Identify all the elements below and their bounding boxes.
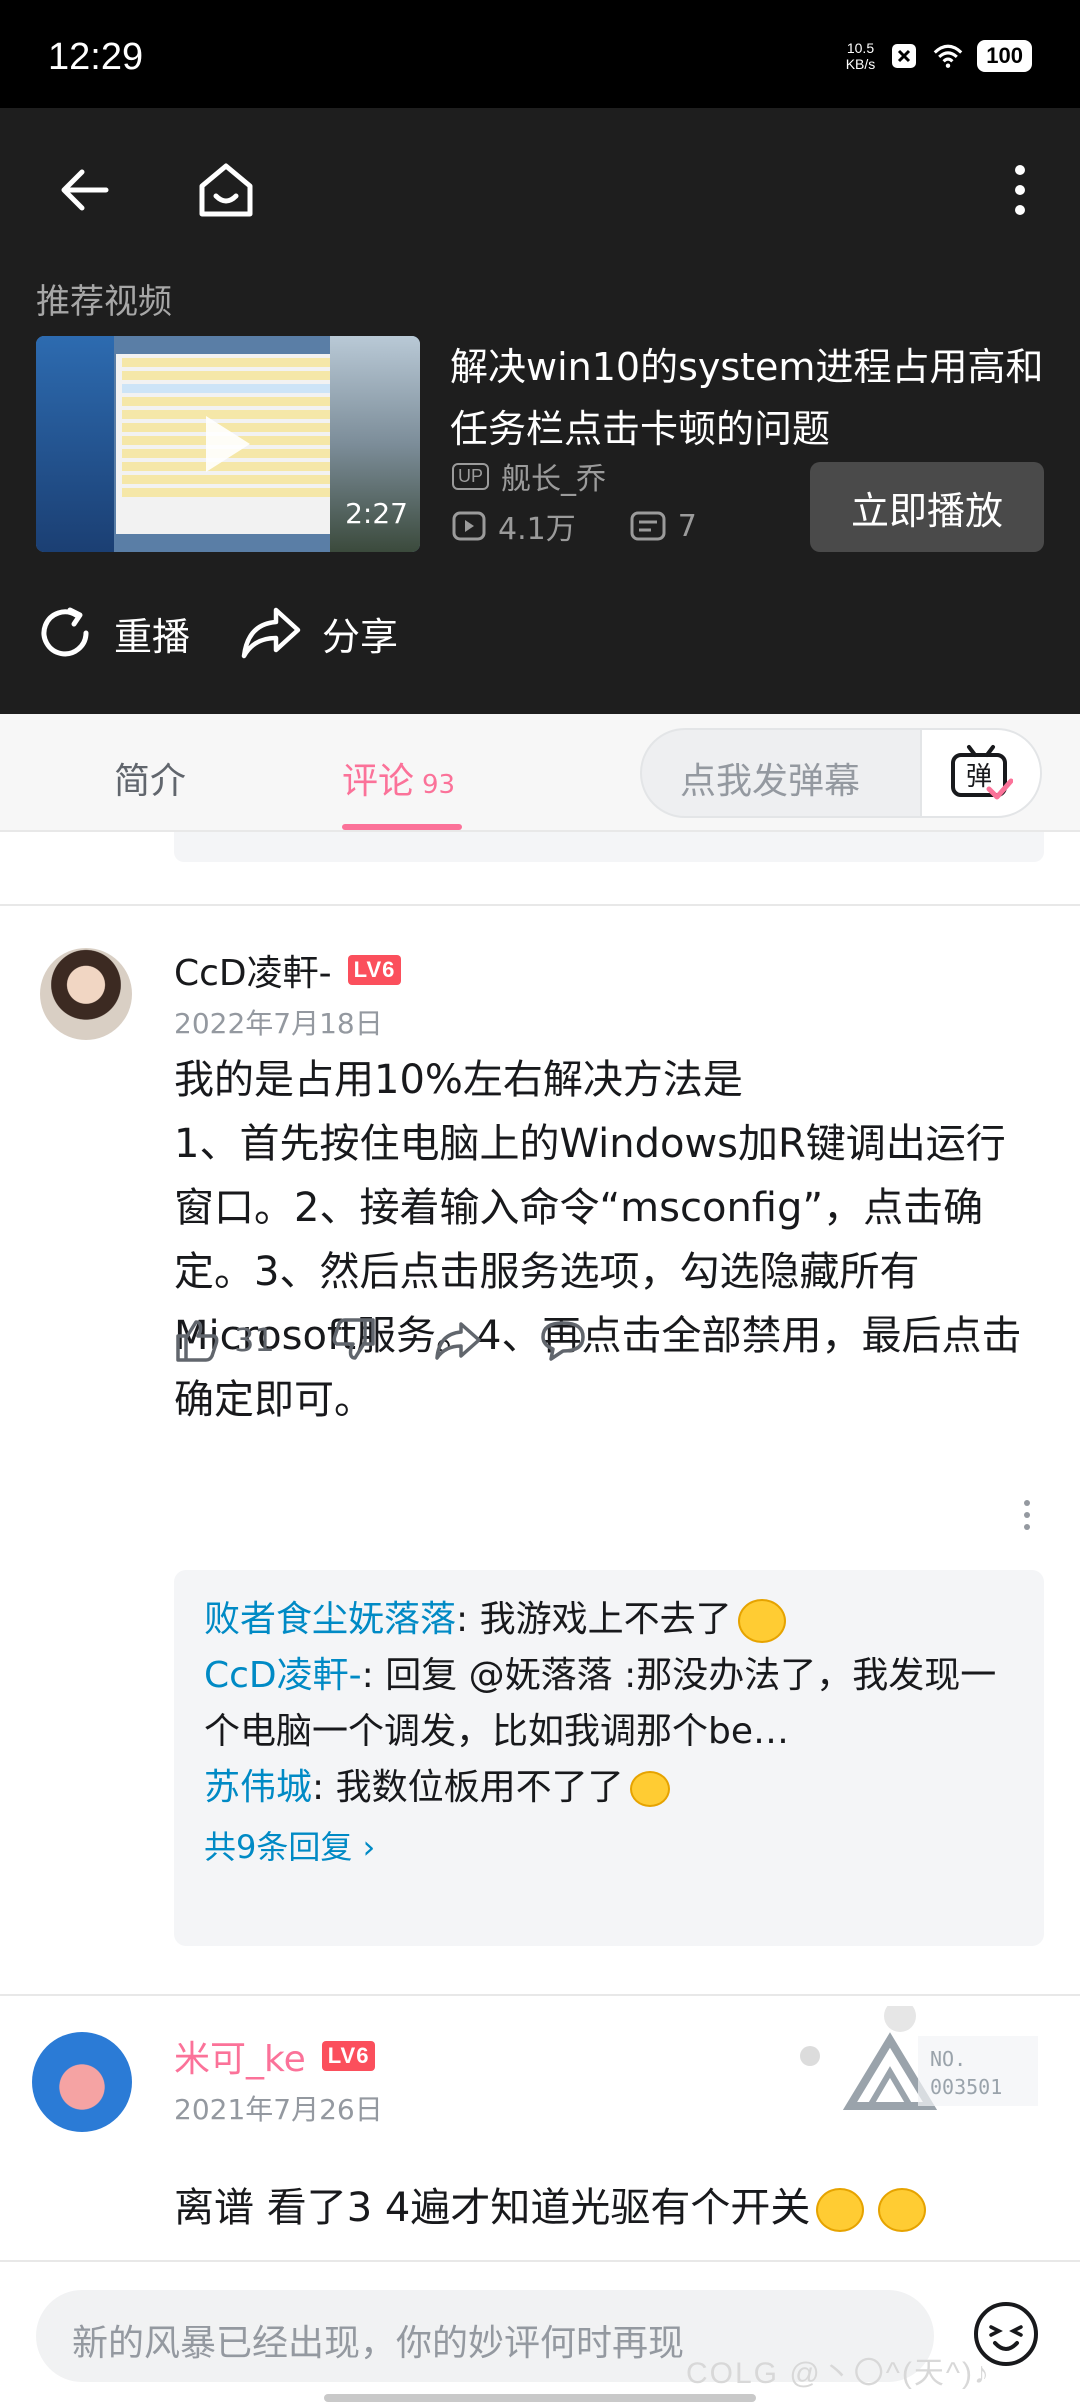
home-icon [199,163,253,217]
share-icon [241,607,301,659]
active-tab-indicator [342,824,462,830]
comment-username[interactable]: CcD凌軒- LV6 [174,944,402,996]
replies-box[interactable]: 败者食尘妩落落: 我游戏上不去了 CcD凌軒-: 回复 @妩落落 :那没办法了，… [174,1570,1044,1946]
uploader-name: 舰长_乔 [501,462,607,497]
level-badge: LV6 [321,2041,376,2071]
share-button[interactable]: 分享 [240,606,398,661]
avatar[interactable] [40,948,132,1040]
battery-indicator: 100 [977,40,1032,72]
replay-icon [41,607,89,657]
video-end-panel: 推荐视频 2:27 解决win10的system进程占用高和任务栏点击卡顿的问题… [0,108,1080,714]
notification-icon [889,41,919,71]
tab-bar: 简介 评论 93 点我发弹幕 弹 [0,714,1080,832]
status-time: 12:29 [48,36,144,78]
reply-button[interactable] [539,1319,587,1361]
back-button[interactable] [44,150,124,230]
thumbs-down-icon [332,1318,375,1360]
play-icon [206,416,250,472]
comment-text: 我的是占用10%左右解决方法是 1、首先按住电脑上的Windows加R键调出运行… [174,1057,1022,1423]
recommended-video-title[interactable]: 解决win10的system进程占用高和任务栏点击卡顿的问题 [450,336,1050,460]
laughing-emoji-icon [737,1599,786,1643]
comment-bubble-icon [540,1321,585,1361]
triangle-logo-icon: NO. 003501 [800,2000,1038,2110]
uploader[interactable]: UP 舰长_乔 [452,454,606,498]
view-count: 4.1万 [498,512,576,547]
wifi-icon [933,41,963,71]
danmaku-toggle-icon: 弹 [951,745,1013,800]
tab-intro[interactable]: 简介 [114,752,186,804]
laughing-emoji-icon [878,2188,927,2232]
svg-text:NO.: NO. [930,2047,966,2071]
comments-list[interactable]: CcD凌軒- LV6 2022年7月18日 我的是占用10%左右解决方法是 1、… [0,832,1080,2260]
like-count: 31 [234,1321,275,1359]
share-arrow-icon [434,1322,481,1360]
watermark: COLG @丶〇^(天^)♪ [686,2357,991,2390]
status-bar: 12:29 10.5 KB/s 100 [0,0,1080,108]
share-comment-button[interactable] [433,1320,483,1360]
video-stats: 4.1万 7 [452,504,697,548]
previous-replies-box [174,832,1044,862]
comment-date: 2021年7月26日 [174,2093,383,2126]
avatar[interactable] [32,2032,132,2132]
danmaku-input[interactable]: 点我发弹幕 弹 [640,728,1042,818]
danmaku-placeholder: 点我发弹幕 [680,761,861,802]
dislike-button[interactable] [331,1318,377,1362]
home-indicator[interactable] [324,2394,756,2402]
back-arrow-icon [61,169,109,211]
reply-username[interactable]: 苏伟城 [204,1767,312,1808]
reply-item[interactable]: 败者食尘妩落落: 我游戏上不去了 [204,1592,1014,1648]
tab-comments[interactable]: 评论 93 [342,752,455,804]
comment-actions: 31 [174,1318,643,1362]
video-duration: 2:27 [345,497,408,530]
danmaku-count: 7 [677,508,697,544]
reply-username[interactable]: CcD凌軒- [204,1655,362,1696]
status-icons: 10.5 KB/s 100 [846,40,1032,72]
laugh-cry-emoji-icon [629,1771,670,1807]
comment-text: 离谱 看了3 4遍才知道光驱有个开关 [174,2176,1044,2240]
home-button[interactable] [186,150,266,230]
comment-date: 2022年7月18日 [174,1007,383,1040]
fan-medal-badge: NO. 003501 [800,2000,1040,2116]
recommended-label: 推荐视频 [36,282,172,322]
end-actions: 重播 分享 [36,604,438,662]
net-speed: 10.5 KB/s [845,40,876,72]
replay-button[interactable]: 重播 [36,604,190,662]
up-badge: UP [452,462,490,490]
svg-text:003501: 003501 [930,2075,1002,2099]
more-vertical-icon [1015,165,1025,215]
comment-more-button[interactable] [1022,1500,1032,1530]
play-count-icon [452,511,486,541]
reply-item[interactable]: CcD凌軒-: 回复 @妩落落 :那没办法了，我发现一个电脑一个调发，比如我调那… [204,1648,1014,1760]
recommended-video-thumbnail[interactable]: 2:27 [36,336,420,552]
level-badge: LV6 [347,955,402,985]
reply-item[interactable]: 苏伟城: 我数位板用不了了 [204,1760,1014,1816]
play-now-button[interactable]: 立即播放 [810,462,1044,552]
danmaku-count-icon [630,511,666,541]
thumbs-up-icon [176,1320,219,1362]
reply-username[interactable]: 败者食尘妩落落 [204,1599,456,1640]
view-all-replies-link[interactable]: 共9条回复 › [204,1822,1014,1868]
more-menu-button[interactable] [980,150,1060,230]
comments-count: 93 [422,770,456,800]
laughing-emoji-icon [816,2188,865,2232]
comment-username[interactable]: 米可_ke LV6 [174,2030,376,2082]
danmaku-settings-button[interactable]: 弹 [920,730,1040,816]
like-button[interactable]: 31 [174,1318,275,1362]
